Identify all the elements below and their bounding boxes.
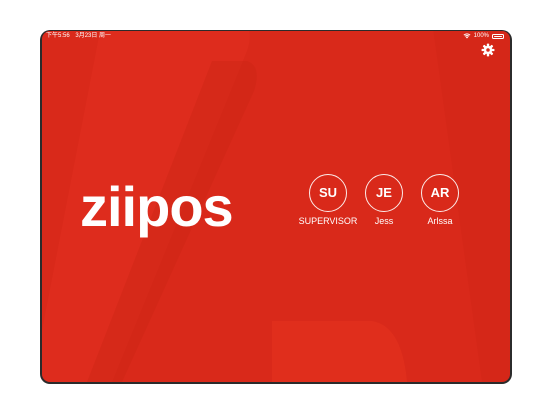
user-avatar: AR <box>421 174 459 212</box>
wifi-icon <box>463 33 471 39</box>
user-name: Arlssa <box>427 216 453 226</box>
user-jess[interactable]: JE Jess <box>354 174 414 226</box>
user-avatar: JE <box>365 174 403 212</box>
user-name: SUPERVISOR <box>298 216 358 226</box>
battery-percent: 100% <box>473 33 489 39</box>
user-arlssa[interactable]: AR Arlssa <box>410 174 470 226</box>
status-time: 下午5:56 <box>46 33 70 39</box>
battery-icon <box>492 33 504 39</box>
logo-text: ziipos <box>80 181 233 238</box>
gear-icon[interactable] <box>481 43 495 57</box>
app-screen: 下午5:56 3月23日 周一 100% ziipos SU SUPERVISO… <box>42 31 510 382</box>
ziipos-logo: ziipos <box>80 181 234 238</box>
status-bar: 下午5:56 3月23日 周一 100% <box>42 31 510 41</box>
user-supervisor[interactable]: SU SUPERVISOR <box>298 174 358 226</box>
user-name: Jess <box>374 216 394 226</box>
status-date: 3月23日 周一 <box>75 33 112 39</box>
user-avatar: SU <box>309 174 347 212</box>
